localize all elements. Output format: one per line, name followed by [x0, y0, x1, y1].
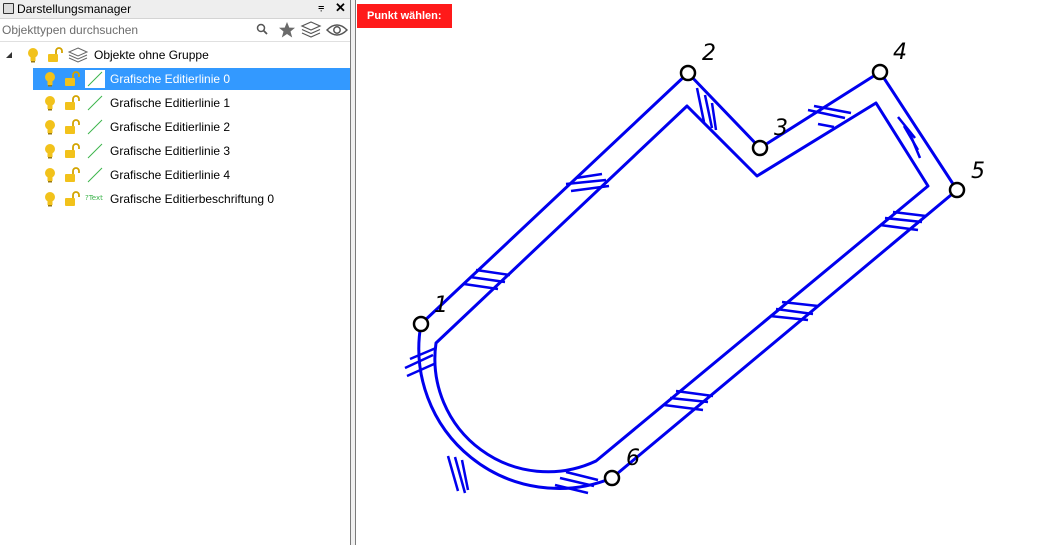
panel-title: Darstellungsmanager — [17, 2, 132, 16]
vertex-point-3[interactable] — [751, 139, 769, 157]
panel-window-icon — [3, 3, 14, 14]
tree-item-4[interactable]: Grafische Editierlinie 4 — [0, 164, 350, 186]
unlocked-icon[interactable] — [64, 143, 80, 159]
vertex-markers[interactable] — [412, 63, 966, 487]
point-label-4: 4 — [893, 40, 907, 65]
point-label-6: 6 — [626, 446, 640, 471]
tree-item-label: Grafische Editierlinie 1 — [110, 96, 231, 110]
tree-item-3[interactable]: Grafische Editierlinie 3 — [0, 140, 350, 162]
line-icon — [87, 119, 103, 135]
tree-group-row[interactable]: Objekte ohne Gruppe — [0, 44, 350, 66]
eye-icon[interactable] — [326, 21, 348, 39]
visibility-bulb-icon[interactable] — [44, 119, 56, 135]
drawing-canvas[interactable]: 1 2 3 4 5 6 — [356, 0, 1057, 545]
vertex-point-4[interactable] — [871, 63, 889, 81]
tree-group-label: Objekte ohne Gruppe — [94, 48, 209, 62]
visibility-bulb-icon[interactable] — [44, 95, 56, 111]
group-layers-icon — [67, 47, 89, 63]
point-label-3: 3 — [774, 116, 788, 141]
line-icon — [87, 167, 103, 183]
vertex-point-2[interactable] — [679, 64, 697, 82]
star-icon[interactable] — [278, 21, 296, 39]
tree-item-label: Grafische Editierlinie 0 — [110, 72, 231, 86]
display-manager-panel: Darstellungsmanager ⩦ ✕ Objekttypen durc… — [0, 0, 350, 545]
point-label-1: 1 — [434, 293, 448, 318]
tree-item-label: Grafische Editierlinie 3 — [110, 144, 231, 158]
visibility-bulb-icon[interactable] — [44, 167, 56, 183]
tree-item-1[interactable]: Grafische Editierlinie 1 — [0, 92, 350, 114]
search-icon[interactable] — [256, 21, 270, 37]
tree-item-0[interactable]: Grafische Editierlinie 0 — [0, 68, 350, 90]
unlocked-icon[interactable] — [64, 95, 80, 111]
vertex-point-5[interactable] — [948, 181, 966, 199]
visibility-bulb-icon[interactable] — [27, 47, 39, 63]
inner-boundary-line — [433, 101, 930, 474]
search-input[interactable] — [2, 21, 272, 39]
layers-icon[interactable] — [300, 21, 322, 39]
drawing-svg[interactable]: 1 2 3 4 5 6 — [356, 0, 1057, 545]
unlocked-icon[interactable] — [64, 71, 80, 87]
unlocked-icon[interactable] — [64, 191, 80, 207]
tree-item-label: Grafische Editierbeschriftung 0 — [110, 192, 275, 206]
line-icon — [85, 70, 105, 88]
close-icon[interactable]: ✕ — [335, 0, 346, 16]
unlocked-icon[interactable] — [64, 167, 80, 183]
search-row — [0, 19, 350, 42]
visibility-bulb-icon[interactable] — [44, 143, 56, 159]
unlocked-icon[interactable] — [64, 119, 80, 135]
vertex-point-6[interactable] — [603, 469, 621, 487]
expand-triangle-icon[interactable] — [5, 51, 13, 59]
vertex-point-1[interactable] — [412, 315, 430, 333]
line-icon — [87, 95, 103, 111]
unlocked-icon[interactable] — [47, 47, 63, 63]
text-icon: ?Text — [85, 194, 103, 202]
line-icon — [87, 143, 103, 159]
visibility-bulb-icon[interactable] — [44, 71, 56, 87]
panel-titlebar: Darstellungsmanager ⩦ ✕ — [0, 0, 350, 19]
tree-item-2[interactable]: Grafische Editierlinie 2 — [0, 116, 350, 138]
pin-icon[interactable]: ⩦ — [318, 1, 324, 14]
tree-item-5[interactable]: ?Text Grafische Editierbeschriftung 0 — [0, 188, 350, 210]
tree-item-label: Grafische Editierlinie 2 — [110, 120, 231, 134]
visibility-bulb-icon[interactable] — [44, 191, 56, 207]
command-prompt-label: Punkt wählen: — [357, 4, 452, 28]
point-label-5: 5 — [971, 159, 985, 184]
point-label-2: 2 — [702, 41, 716, 66]
tree-item-label: Grafische Editierlinie 4 — [110, 168, 231, 182]
